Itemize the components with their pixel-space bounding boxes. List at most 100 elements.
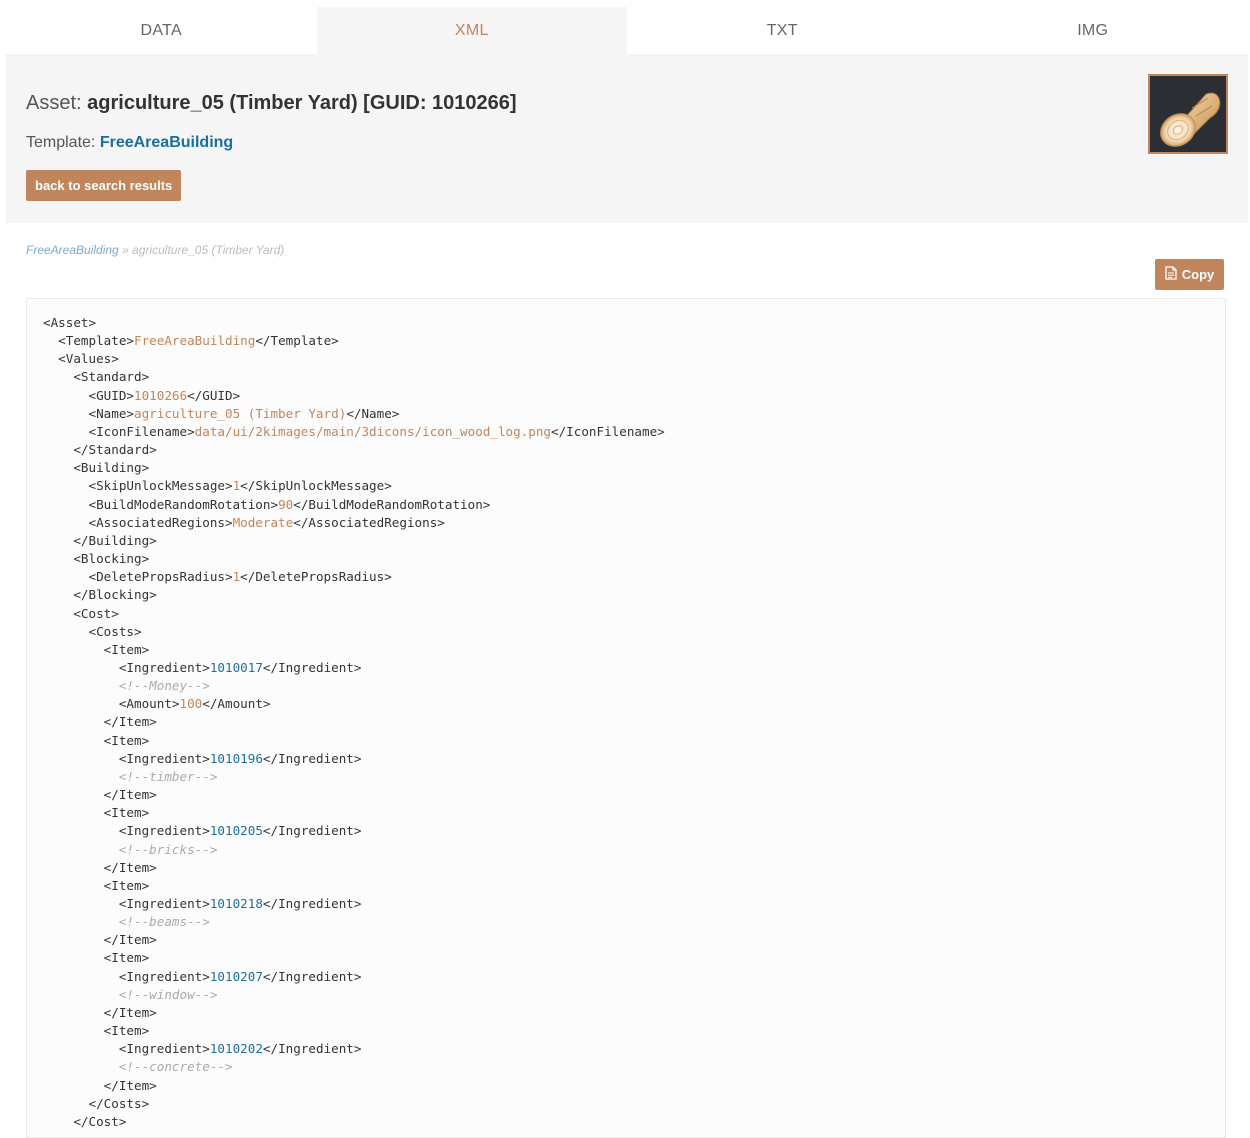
asset-label: Asset:: [26, 92, 82, 114]
tab-img[interactable]: IMG: [938, 7, 1249, 54]
xml-tag: </Ingredient>: [262, 968, 362, 984]
xml-line: <!--timber-->: [43, 768, 1225, 786]
xml-tag: </Item>: [103, 932, 157, 948]
xml-line: <IconFilename>data/ui/2kimages/main/3dic…: [43, 423, 1225, 441]
xml-line: </Building>: [43, 532, 1225, 550]
xml-value: agriculture_05 (Timber Yard): [134, 405, 347, 421]
xml-tag: </Standard>: [73, 442, 157, 458]
back-to-search-button[interactable]: back to search results: [26, 170, 182, 201]
xml-tag: </BuildModeRandomRotation>: [293, 496, 491, 512]
xml-line: <!--Money-->: [43, 677, 1225, 695]
xml-code: <Asset> <Template>FreeAreaBuilding</Temp…: [27, 299, 1225, 1131]
xml-comment: <!--concrete-->: [118, 1059, 233, 1075]
copy-label: Copy: [1181, 267, 1215, 282]
xml-tag: </IconFilename>: [551, 423, 665, 439]
tab-xml[interactable]: XML: [316, 7, 627, 54]
xml-line: <Item>: [43, 732, 1225, 750]
breadcrumb-template-link[interactable]: FreeAreaBuilding: [26, 243, 119, 257]
asset-header: Asset: agriculture_05 (Timber Yard) [GUI…: [6, 54, 1248, 223]
xml-value: data/ui/2kimages/main/3dicons/icon_wood_…: [194, 423, 552, 439]
xml-tag: <Building>: [73, 460, 150, 476]
xml-tag: </Item>: [103, 714, 157, 730]
xml-line: <AssociatedRegions>Moderate</AssociatedR…: [43, 514, 1225, 532]
xml-tag: <Item>: [103, 950, 150, 966]
xml-line: </Costs>: [43, 1095, 1225, 1113]
xml-line: </Cost>: [43, 1113, 1225, 1131]
xml-tag: </Ingredient>: [262, 823, 362, 839]
xml-tag: </Ingredient>: [262, 896, 362, 911]
xml-line: <BuildModeRandomRotation>90</BuildModeRa…: [43, 496, 1225, 514]
xml-comment: <!--timber-->: [118, 768, 218, 784]
copy-button[interactable]: Copy: [1155, 259, 1224, 290]
xml-tag: <Ingredient>: [118, 750, 210, 766]
xml-value: 1010266: [134, 387, 188, 403]
xml-line: <Values>: [43, 350, 1225, 368]
xml-value: 90: [278, 496, 294, 512]
xml-line: <Costs>: [43, 623, 1225, 641]
xml-value: 1010196: [209, 750, 263, 766]
xml-line: <GUID>1010266</GUID>: [43, 387, 1225, 405]
document-icon: [1165, 266, 1177, 283]
xml-tag: <Item>: [103, 877, 150, 893]
xml-line: <!--bricks-->: [43, 841, 1225, 859]
xml-line: </Item>: [43, 931, 1225, 949]
xml-line: <Standard>: [43, 368, 1225, 386]
xml-line: <Item>: [43, 1022, 1225, 1040]
breadcrumb-current: agriculture_05 (Timber Yard): [132, 243, 285, 257]
xml-code-view: <Asset> <Template>FreeAreaBuilding</Temp…: [26, 298, 1226, 1138]
xml-tag: <GUID>: [88, 387, 135, 403]
xml-value: 1010207: [209, 968, 263, 984]
xml-tag: <Template>: [58, 333, 134, 349]
xml-line: </Standard>: [43, 441, 1225, 459]
xml-tag: <Standard>: [73, 369, 150, 385]
xml-line: <Cost>: [43, 605, 1225, 623]
xml-line: <Ingredient>1010202</Ingredient>: [43, 1040, 1225, 1058]
xml-line: </Item>: [43, 859, 1225, 877]
tab-txt[interactable]: TXT: [627, 7, 938, 54]
xml-line: <Item>: [43, 804, 1225, 822]
xml-tag: </Ingredient>: [262, 750, 362, 766]
xml-comment: <!--Money-->: [118, 678, 210, 694]
xml-line: <Ingredient>1010207</Ingredient>: [43, 968, 1225, 986]
xml-tag: </Building>: [73, 532, 157, 548]
xml-line: <Building>: [43, 459, 1225, 477]
xml-line: <Ingredient>1010196</Ingredient>: [43, 750, 1225, 768]
tab-data[interactable]: DATA: [6, 7, 317, 54]
xml-line: <!--concrete-->: [43, 1058, 1225, 1076]
xml-tag: <DeletePropsRadius>: [88, 569, 233, 585]
template-link[interactable]: FreeAreaBuilding: [100, 134, 233, 151]
xml-tag: <AssociatedRegions>: [88, 514, 233, 530]
xml-line: <Blocking>: [43, 550, 1225, 568]
xml-tag: <Ingredient>: [118, 659, 210, 675]
xml-tag: <Ingredient>: [118, 823, 210, 839]
xml-tag: </Item>: [103, 787, 157, 803]
wood-log-icon: [1148, 74, 1228, 154]
xml-tag: <Blocking>: [73, 551, 150, 567]
xml-tag: <Costs>: [88, 623, 142, 639]
xml-tag: <Item>: [103, 1023, 150, 1039]
page-title: Asset: agriculture_05 (Timber Yard) [GUI…: [26, 92, 517, 115]
xml-value: 100: [179, 696, 203, 712]
xml-tag: </Name>: [346, 405, 400, 421]
xml-tag: <Values>: [58, 351, 119, 367]
xml-line: <Name>agriculture_05 (Timber Yard)</Name…: [43, 405, 1225, 423]
xml-tag: <Item>: [103, 805, 150, 821]
xml-line: </Item>: [43, 786, 1225, 804]
xml-line: </Item>: [43, 1077, 1225, 1095]
xml-tag: </Item>: [103, 859, 157, 875]
xml-tag: </Template>: [255, 333, 339, 349]
xml-comment: <!--window-->: [118, 986, 218, 1002]
breadcrumb: FreeAreaBuilding » agriculture_05 (Timbe…: [26, 243, 284, 257]
xml-tag: <Item>: [103, 641, 150, 657]
xml-line: </Blocking>: [43, 586, 1225, 604]
xml-line: <Ingredient>1010017</Ingredient>: [43, 659, 1225, 677]
xml-tag: </Blocking>: [73, 587, 157, 603]
xml-line: <Template>FreeAreaBuilding</Template>: [43, 332, 1225, 350]
format-tabs: DATA XML TXT IMG: [6, 7, 1248, 54]
xml-line: <Item>: [43, 949, 1225, 967]
xml-tag: </Cost>: [73, 1113, 127, 1129]
xml-tag: <Cost>: [73, 605, 119, 621]
xml-tag: <Amount>: [118, 696, 180, 712]
xml-tag: </DeletePropsRadius>: [240, 569, 392, 585]
xml-tag: </Costs>: [88, 1095, 150, 1111]
